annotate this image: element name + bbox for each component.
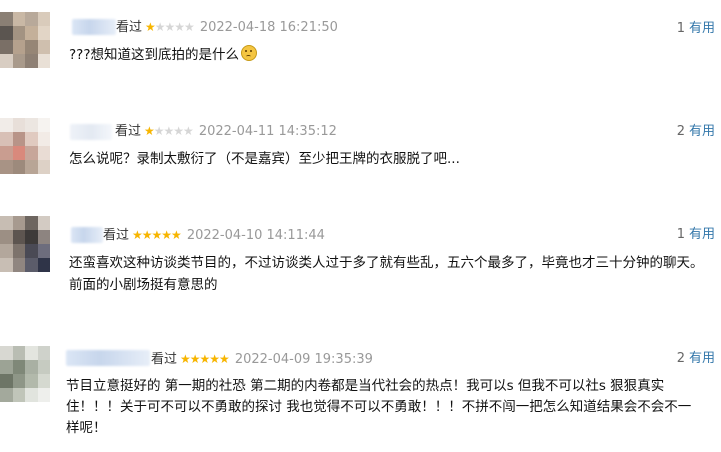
useful-vote: 1 有用 bbox=[677, 226, 715, 244]
star-icon: ★ bbox=[145, 20, 156, 34]
review-time: 2022-04-09 19:35:39 bbox=[234, 352, 373, 367]
useful-button[interactable]: 有用 bbox=[689, 227, 715, 242]
watched-label: 看过 bbox=[151, 352, 178, 367]
rating-stars: ★★★★★ bbox=[132, 226, 182, 244]
useful-count: 1 bbox=[676, 21, 685, 36]
star-icon: ★★★★★ bbox=[180, 352, 230, 366]
useful-count: 1 bbox=[676, 227, 685, 242]
watched-label: 看过 bbox=[116, 20, 143, 35]
review-time: 2022-04-11 14:35:12 bbox=[198, 124, 337, 139]
review-content: 怎么说呢？录制太敷衍了（不是嘉宾）至少把王牌的衣服脱了吧... bbox=[69, 151, 460, 167]
username[interactable] bbox=[66, 350, 150, 366]
rating-stars: ★★★★★ bbox=[145, 18, 195, 36]
star-icon: ★★★★ bbox=[154, 20, 195, 34]
useful-button[interactable]: 有用 bbox=[689, 21, 715, 36]
review-meta: 看过 ★★★★★ 2022-04-09 19:35:39 bbox=[151, 350, 373, 368]
useful-button[interactable]: 有用 bbox=[689, 124, 715, 139]
useful-count: 2 bbox=[676, 124, 685, 139]
review-time: 2022-04-18 16:21:50 bbox=[199, 20, 338, 35]
review-meta: 看过 ★★★★★ 2022-04-11 14:35:12 bbox=[115, 122, 337, 140]
useful-count: 2 bbox=[676, 351, 685, 366]
star-icon: ★★★★ bbox=[153, 124, 194, 138]
username[interactable] bbox=[70, 124, 112, 140]
useful-vote: 1 有用 bbox=[677, 20, 715, 38]
review-content: ???想知道这到底拍的是什么 bbox=[69, 44, 709, 66]
useful-vote: 2 有用 bbox=[677, 123, 715, 141]
rating-stars: ★★★★★ bbox=[180, 350, 230, 368]
avatar[interactable] bbox=[0, 216, 50, 272]
review-meta: 看过 ★★★★★ 2022-04-18 16:21:50 bbox=[116, 18, 338, 36]
avatar[interactable] bbox=[0, 12, 50, 68]
star-icon: ★★★★★ bbox=[132, 228, 182, 242]
review-content: 节目立意挺好的 第一期的社恐 第二期的内卷都是当代社会的热点！我可以s 但我不可… bbox=[66, 378, 692, 436]
watched-label: 看过 bbox=[103, 228, 130, 243]
username[interactable] bbox=[71, 227, 103, 243]
avatar[interactable] bbox=[0, 346, 50, 402]
avatar[interactable] bbox=[0, 118, 50, 174]
review-meta: 看过 ★★★★★ 2022-04-10 14:11:44 bbox=[103, 226, 325, 244]
review-time: 2022-04-10 14:11:44 bbox=[186, 228, 325, 243]
username[interactable] bbox=[72, 19, 116, 35]
useful-button[interactable]: 有用 bbox=[689, 351, 715, 366]
rating-stars: ★★★★★ bbox=[144, 122, 194, 140]
watched-label: 看过 bbox=[115, 124, 142, 139]
star-icon: ★ bbox=[144, 124, 155, 138]
useful-vote: 2 有用 bbox=[677, 350, 715, 368]
sad-face-icon bbox=[241, 45, 257, 61]
review-content: 还蛮喜欢这种访谈类节目的，不过访谈类人过于多了就有些乱，五六个最多了，毕竟也才三… bbox=[69, 255, 704, 293]
